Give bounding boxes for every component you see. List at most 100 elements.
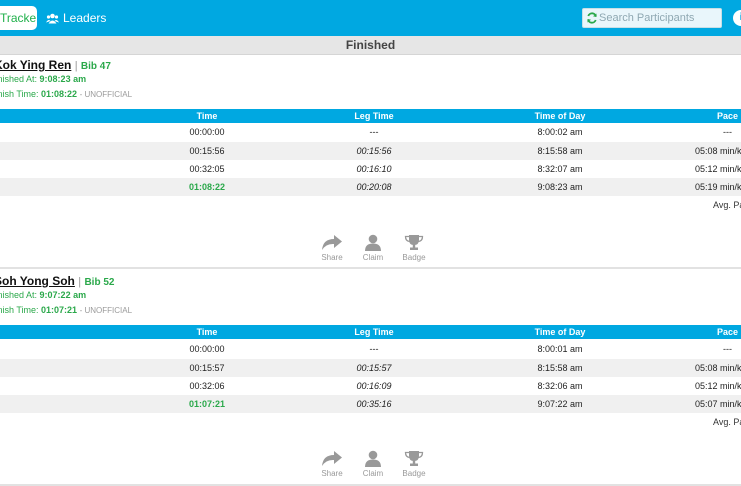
claim-button[interactable]: Claim — [357, 234, 389, 262]
split-row: 01:07:21 00:35:16 9:07:22 am 05:07 min/k… — [0, 395, 741, 413]
split-time-of-day: 8:15:58 am — [537, 363, 583, 373]
user-icon — [365, 450, 381, 467]
share-button[interactable]: Share — [316, 450, 348, 478]
card-actions: Share Claim Badge — [316, 450, 436, 484]
finish-time-line: Finish Time: 01:08:22 - UNOFFICIAL — [0, 89, 132, 99]
split-time: 01:07:21 — [188, 399, 226, 409]
status-header: Finished — [0, 36, 741, 55]
share-icon — [322, 235, 342, 250]
participant-name[interactable]: Kok Ying Ren — [0, 58, 71, 72]
finished-at-value: 9:07:22 am — [39, 290, 87, 300]
split-leg-time: 00:16:10 — [356, 164, 392, 174]
users-icon — [46, 13, 59, 24]
unofficial-tag: - UNOFFICIAL — [79, 306, 133, 315]
split-pace: --- — [723, 127, 732, 137]
finished-at-value: 9:08:23 am — [39, 74, 87, 84]
split-pace: 05:12 min/km — [695, 381, 741, 391]
refresh-icon[interactable] — [586, 12, 598, 24]
badge-button[interactable]: Badge — [398, 450, 430, 478]
finished-at-line: Finished At: 9:08:23 am — [0, 74, 86, 84]
split-row: 00:00:00 --- 8:00:02 am --- — [0, 123, 741, 141]
col-pace: Pace — [717, 327, 739, 337]
split-time: 00:15:56 — [189, 146, 225, 156]
split-time-of-day: 8:15:58 am — [537, 146, 583, 156]
split-row: 01:08:22 00:20:08 9:08:23 am 05:19 min/k… — [0, 178, 741, 196]
split-time: 00:15:57 — [189, 363, 225, 373]
split-time-of-day: 8:32:06 am — [537, 381, 583, 391]
bib-number: Bib 47 — [80, 61, 111, 72]
split-time: 00:00:00 — [189, 127, 225, 137]
split-leg-time: 00:15:57 — [356, 363, 392, 373]
split-leg-time: 00:15:56 — [356, 146, 392, 156]
badge-button[interactable]: Badge — [398, 234, 430, 262]
finish-time-line: Finish Time: 01:07:21 - UNOFFICIAL — [0, 305, 132, 315]
col-leg-time: Leg Time — [354, 327, 394, 337]
avg-pace: Avg. Pace — [713, 417, 741, 427]
finished-at-line: Finished At: 9:07:22 am — [0, 290, 86, 300]
split-time-of-day: 9:08:23 am — [537, 182, 583, 192]
finish-time-label: Finish Time: — [0, 89, 39, 99]
col-pace: Pace — [717, 111, 739, 121]
split-pace: 05:08 min/km — [695, 146, 741, 156]
splits-header: Time Leg Time Time of Day Pace — [0, 109, 741, 123]
finish-time-label: Finish Time: — [0, 305, 39, 315]
col-time: Time — [196, 327, 218, 337]
claim-button[interactable]: Claim — [357, 450, 389, 478]
claim-label: Claim — [362, 469, 384, 478]
split-row: 00:32:05 00:16:10 8:32:07 am 05:12 min/k… — [0, 160, 741, 178]
col-time-of-day: Time of Day — [534, 327, 586, 337]
split-time-of-day: 9:07:22 am — [537, 399, 583, 409]
split-time-of-day: 8:00:02 am — [537, 127, 583, 137]
user-icon — [365, 234, 381, 251]
separator: | — [78, 276, 82, 288]
share-label: Share — [321, 469, 343, 478]
split-leg-time: 00:16:09 — [356, 381, 392, 391]
finished-at-label: Finished At: — [0, 74, 38, 84]
splits-header: Time Leg Time Time of Day Pace — [0, 325, 741, 339]
split-leg-time: --- — [369, 127, 379, 137]
finish-time-value: 01:08:22 — [41, 89, 78, 99]
split-pace: 05:19 min/km — [695, 182, 741, 192]
split-pace: 05:12 min/km — [695, 164, 741, 174]
share-icon — [322, 451, 342, 466]
col-leg-time: Leg Time — [354, 111, 394, 121]
unofficial-tag: - UNOFFICIAL — [79, 90, 133, 99]
split-leg-time: --- — [369, 344, 379, 354]
trophy-icon — [404, 235, 424, 250]
claim-label: Claim — [362, 253, 384, 262]
split-time: 00:32:06 — [189, 381, 225, 391]
finished-at-label: Finished At: — [0, 290, 38, 300]
avg-pace: Avg. Pace — [713, 200, 741, 210]
split-leg-time: 00:20:08 — [356, 182, 392, 192]
split-pace: --- — [723, 344, 732, 354]
participant-title: Soh Yong Soh | Bib 52 — [0, 274, 114, 288]
bib-number: Bib 52 — [84, 277, 115, 288]
split-time: 00:00:00 — [189, 344, 225, 354]
split-time: 01:08:22 — [188, 182, 226, 192]
split-leg-time: 00:35:16 — [356, 399, 392, 409]
card-actions: Share Claim Badge — [316, 234, 436, 268]
split-row: 00:00:00 --- 8:00:01 am --- — [0, 340, 741, 358]
trophy-icon — [404, 451, 424, 466]
split-time-of-day: 8:00:01 am — [537, 344, 583, 354]
split-row: 00:32:06 00:16:09 8:32:06 am 05:12 min/k… — [0, 377, 741, 395]
split-pace: 05:07 min/km — [695, 399, 741, 409]
search-box — [582, 8, 722, 28]
finish-time-value: 01:07:21 — [41, 305, 78, 315]
col-time: Time — [196, 111, 218, 121]
info-button[interactable]: i — [733, 10, 741, 26]
split-time-of-day: 8:32:07 am — [537, 164, 583, 174]
participant-name[interactable]: Soh Yong Soh — [0, 274, 75, 288]
split-row: 00:15:56 00:15:56 8:15:58 am 05:08 min/k… — [0, 142, 741, 160]
share-button[interactable]: Share — [316, 234, 348, 262]
card-divider — [0, 267, 741, 269]
tab-leaders[interactable]: Leaders — [46, 6, 106, 30]
split-time: 00:32:05 — [189, 164, 225, 174]
split-row: 00:15:57 00:15:57 8:15:58 am 05:08 min/k… — [0, 359, 741, 377]
tab-leaders-label: Leaders — [63, 11, 107, 25]
separator: | — [74, 60, 78, 72]
split-pace: 05:08 min/km — [695, 363, 741, 373]
search-input[interactable] — [599, 9, 719, 27]
tab-tracker[interactable]: Tracker — [0, 6, 37, 30]
col-time-of-day: Time of Day — [534, 111, 586, 121]
